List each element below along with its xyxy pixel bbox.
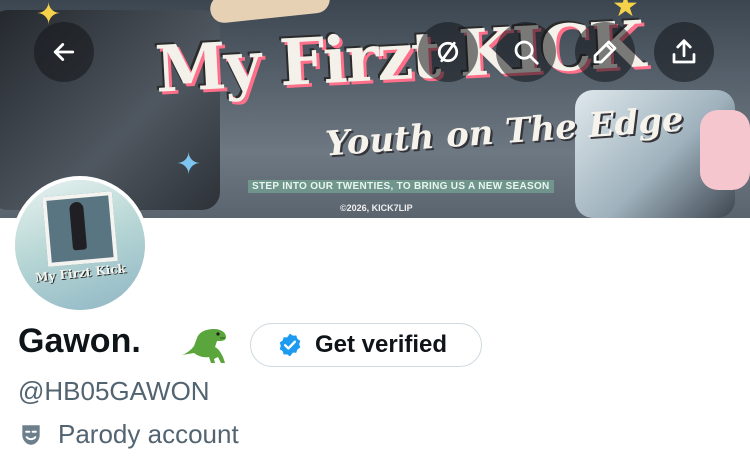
t-rex-icon [182,329,226,363]
banner-tagline: STEP INTO OUR TWENTIES, TO BRING US A NE… [248,180,554,193]
display-name: Gawon. [18,322,141,360]
get-verified-label: Get verified [315,331,448,358]
profile-avatar[interactable]: My Firzt Kick [11,176,149,314]
back-arrow-icon [53,43,75,61]
pencil-icon [593,40,617,64]
banner-skateboard [208,0,332,25]
share-icon [672,39,696,64]
edit-button[interactable] [575,22,635,82]
back-button[interactable] [34,22,94,82]
circle-slash-icon [437,41,459,63]
sparkle-decoration-icon: ✦ [176,148,202,181]
share-button[interactable] [654,22,714,82]
search-button[interactable] [496,22,556,82]
theater-mask-icon [22,425,40,445]
parody-account-label: Parody account [58,419,239,449]
banner-copyright: ©2026, KICK7LIP [340,203,413,213]
banner-pink-card [700,110,750,190]
user-handle: @HB05GAWON [18,376,210,406]
search-icon [514,40,539,65]
get-verified-button[interactable]: Get verified [250,323,482,367]
mute-button[interactable] [418,22,478,82]
verified-badge-icon [279,333,301,357]
